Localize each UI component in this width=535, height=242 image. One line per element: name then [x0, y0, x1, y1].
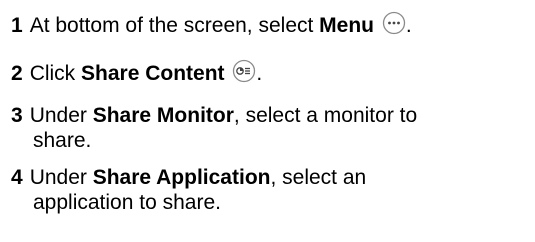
- step-end: .: [405, 14, 412, 37]
- step-4: 4 Under Share Application, select an appl…: [11, 165, 529, 215]
- step-end: , select an: [270, 166, 367, 189]
- step-number: 3: [11, 104, 23, 127]
- step-end: .: [256, 62, 263, 85]
- step-1: 1 At bottom of the screen, select Menu .: [11, 11, 529, 41]
- menu-label: Menu: [319, 14, 374, 37]
- share-content-label: Share Content: [81, 62, 225, 85]
- step-2: 2 Click Share Content .: [11, 59, 529, 89]
- more-icon: [382, 11, 406, 41]
- step-continuation: share.: [33, 129, 92, 152]
- share-monitor-label: Share Monitor: [92, 104, 234, 127]
- step-3: 3 Under Share Monitor, select a monitor t…: [11, 103, 529, 153]
- step-text: Click: [29, 62, 82, 85]
- step-text: Under: [29, 166, 93, 189]
- step-text: At bottom of the screen, select: [29, 14, 320, 37]
- step-number: 2: [11, 62, 23, 85]
- step-number: 1: [11, 14, 23, 37]
- step-continuation: application to share.: [33, 191, 221, 214]
- share-content-icon: [232, 59, 256, 89]
- instruction-steps: 1 At bottom of the screen, select Menu . …: [0, 0, 535, 242]
- step-number: 4: [11, 166, 23, 189]
- step-end: , select a monitor to: [233, 104, 418, 127]
- share-application-label: Share Application: [92, 166, 271, 189]
- step-text: Under: [29, 104, 93, 127]
